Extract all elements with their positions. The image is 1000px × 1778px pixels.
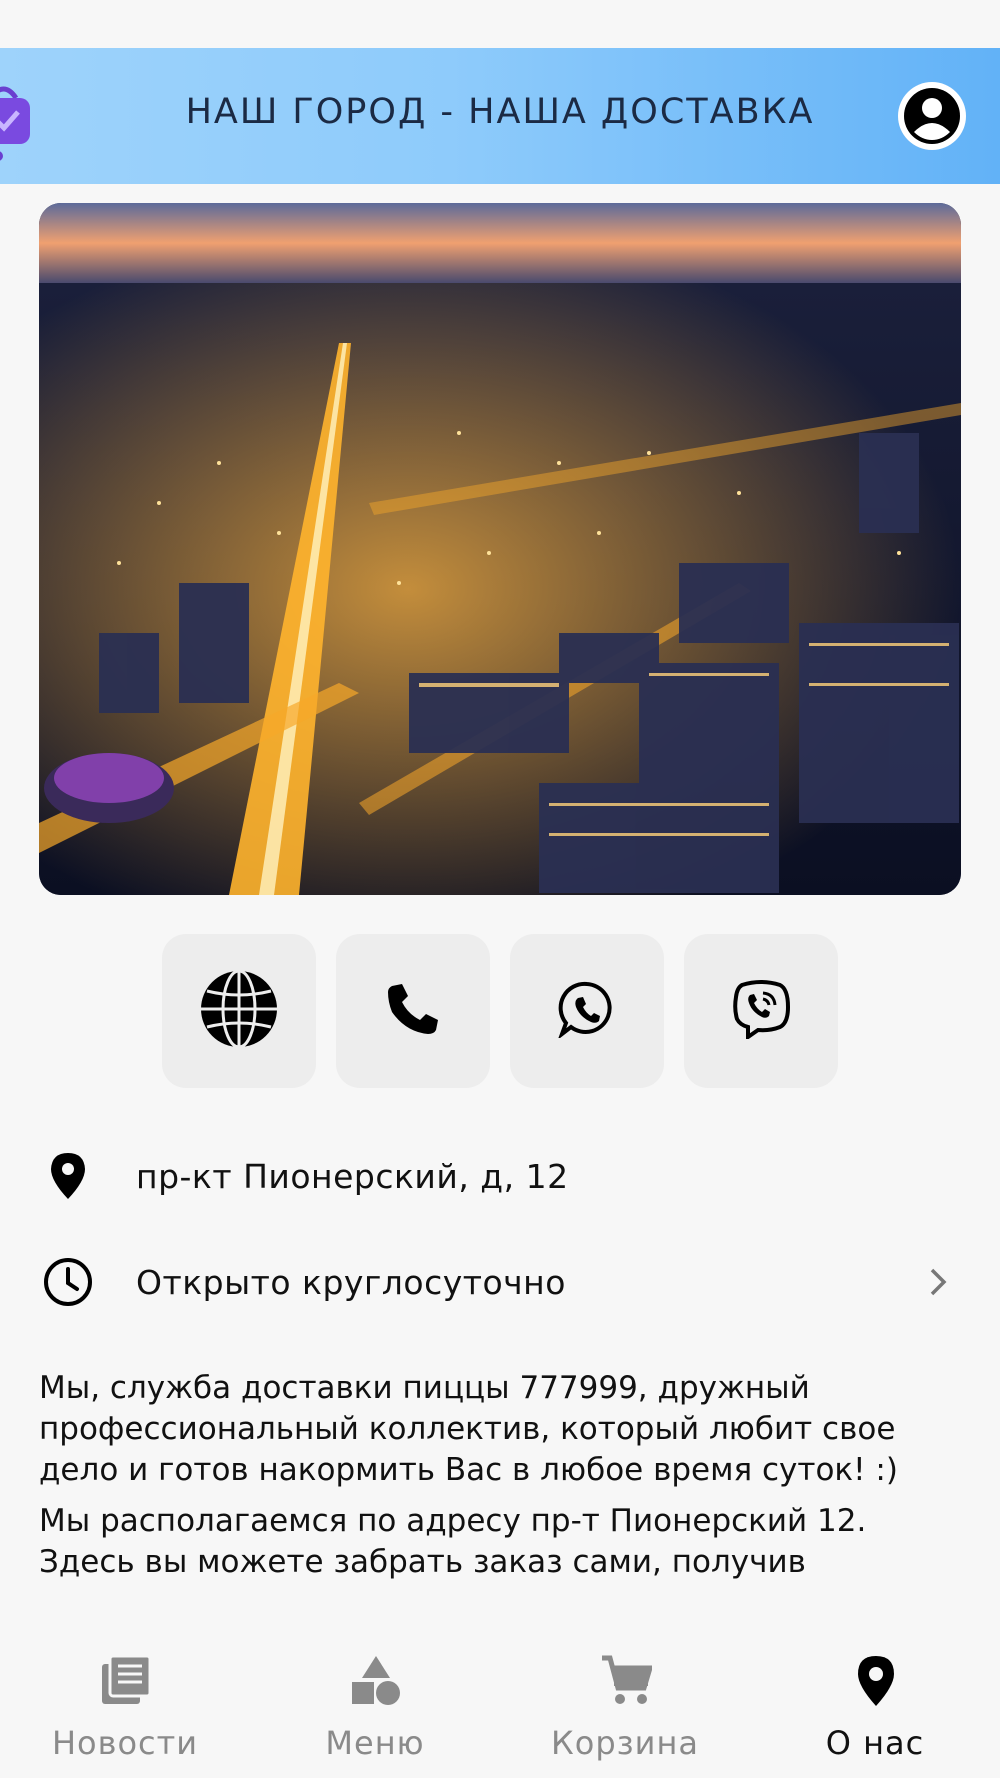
hours-text: Открыто круглосуточно <box>136 1262 566 1302</box>
phone-button[interactable] <box>336 934 490 1088</box>
phone-icon <box>386 982 440 1040</box>
chevron-right-icon[interactable] <box>924 1262 952 1302</box>
header-title: НАШ ГОРОД - НАША ДОСТАВКА <box>185 92 815 132</box>
about-paragraph: Мы располагаемся по адресу пр-т Пионерск… <box>39 1503 867 1580</box>
status-bar <box>0 0 1000 48</box>
whatsapp-button[interactable] <box>510 934 664 1088</box>
contact-buttons <box>162 934 838 1088</box>
city-photo <box>39 203 961 895</box>
tab-label: Новости <box>51 1724 199 1762</box>
about-paragraph: Мы, служба доставки пиццы 777999, дружны… <box>39 1370 898 1488</box>
news-icon <box>100 1654 152 1708</box>
user-circle-icon[interactable] <box>898 82 966 150</box>
address-row[interactable]: пр-кт Пионерский, д, 12 <box>0 1136 1000 1216</box>
hours-row[interactable]: Открыто круглосуточно <box>0 1242 1000 1322</box>
tab-label: Меню <box>325 1724 425 1762</box>
map-pin-icon <box>850 1654 902 1708</box>
tab-cart[interactable]: Корзина <box>500 1632 750 1778</box>
about-text: Мы, служба доставки пиццы 777999, дружны… <box>39 1368 969 1593</box>
clock-icon <box>40 1254 96 1310</box>
map-pin-icon <box>40 1148 96 1204</box>
bottom-tab-bar: Новости Меню Корзина О нас <box>0 1632 1000 1778</box>
viber-button[interactable] <box>684 934 838 1088</box>
tab-menu[interactable]: Меню <box>250 1632 500 1778</box>
tab-news[interactable]: Новости <box>0 1632 250 1778</box>
tab-about[interactable]: О нас <box>750 1632 1000 1778</box>
website-button[interactable] <box>162 934 316 1088</box>
globe-icon <box>199 969 279 1053</box>
whatsapp-icon <box>557 980 616 1042</box>
tab-label: Корзина <box>551 1724 699 1762</box>
app-header: НАШ ГОРОД - НАША ДОСТАВКА <box>0 48 1000 184</box>
shapes-icon <box>350 1654 402 1708</box>
address-text: пр-кт Пионерский, д, 12 <box>136 1156 569 1196</box>
tab-label: О нас <box>825 1724 925 1762</box>
viber-icon <box>732 979 791 1043</box>
cart-icon <box>600 1654 654 1708</box>
